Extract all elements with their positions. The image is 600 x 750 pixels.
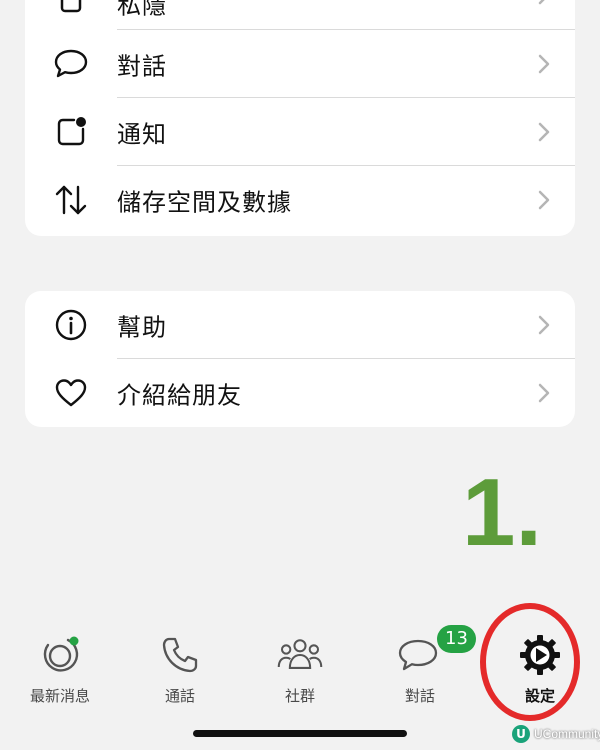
tab-community[interactable]: 社群	[250, 631, 350, 711]
tab-label: 通話	[164, 687, 195, 705]
settings-item-label: 對話	[117, 52, 167, 81]
settings-item-storage-data[interactable]: 儲存空間及數據	[25, 166, 575, 234]
chevron-right-icon	[538, 122, 550, 142]
watermark-text: UCommunity	[534, 727, 600, 741]
chevron-right-icon	[538, 315, 550, 335]
settings-group-main: 私隱 對話 通知 儲存空間及數據	[25, 0, 575, 236]
info-icon	[51, 305, 91, 345]
arrows-up-down-icon	[51, 180, 91, 220]
chevron-right-icon	[538, 0, 545, 5]
settings-item-privacy[interactable]: 私隱	[25, 0, 575, 30]
lock-icon	[51, 0, 91, 15]
updates-icon	[36, 631, 84, 679]
settings-item-chats[interactable]: 對話	[25, 30, 575, 98]
home-indicator	[193, 730, 407, 737]
tab-label: 最新消息	[29, 687, 90, 705]
phone-icon	[156, 631, 204, 679]
settings-item-invite-friend[interactable]: 介紹給朋友	[25, 359, 575, 427]
settings-item-label: 通知	[117, 120, 167, 149]
annotation-step-number: 1.	[462, 459, 543, 566]
settings-item-help[interactable]: 幫助	[25, 291, 575, 359]
settings-item-label: 幫助	[117, 313, 167, 342]
notification-icon	[51, 112, 91, 152]
watermark: U UCommunity	[512, 725, 600, 743]
community-icon	[276, 631, 324, 679]
chevron-right-icon	[538, 190, 550, 210]
annotation-highlight-ring	[480, 603, 580, 721]
settings-item-label: 儲存空間及數據	[117, 188, 292, 217]
tab-updates[interactable]: 最新消息	[10, 631, 110, 711]
chevron-right-icon	[538, 54, 550, 74]
settings-group-help: 幫助 介紹給朋友	[25, 291, 575, 427]
tab-label: 社群	[284, 687, 315, 705]
chat-bubble-icon	[51, 44, 91, 84]
settings-item-label: 私隱	[117, 0, 167, 20]
tab-calls[interactable]: 通話	[130, 631, 230, 711]
unread-count-badge: 13	[437, 625, 476, 653]
chevron-right-icon	[538, 383, 550, 403]
settings-item-notifications[interactable]: 通知	[25, 98, 575, 166]
settings-item-label: 介紹給朋友	[117, 381, 242, 410]
watermark-logo: U	[512, 725, 530, 743]
tab-label: 對話	[404, 687, 435, 705]
heart-icon	[51, 373, 91, 413]
